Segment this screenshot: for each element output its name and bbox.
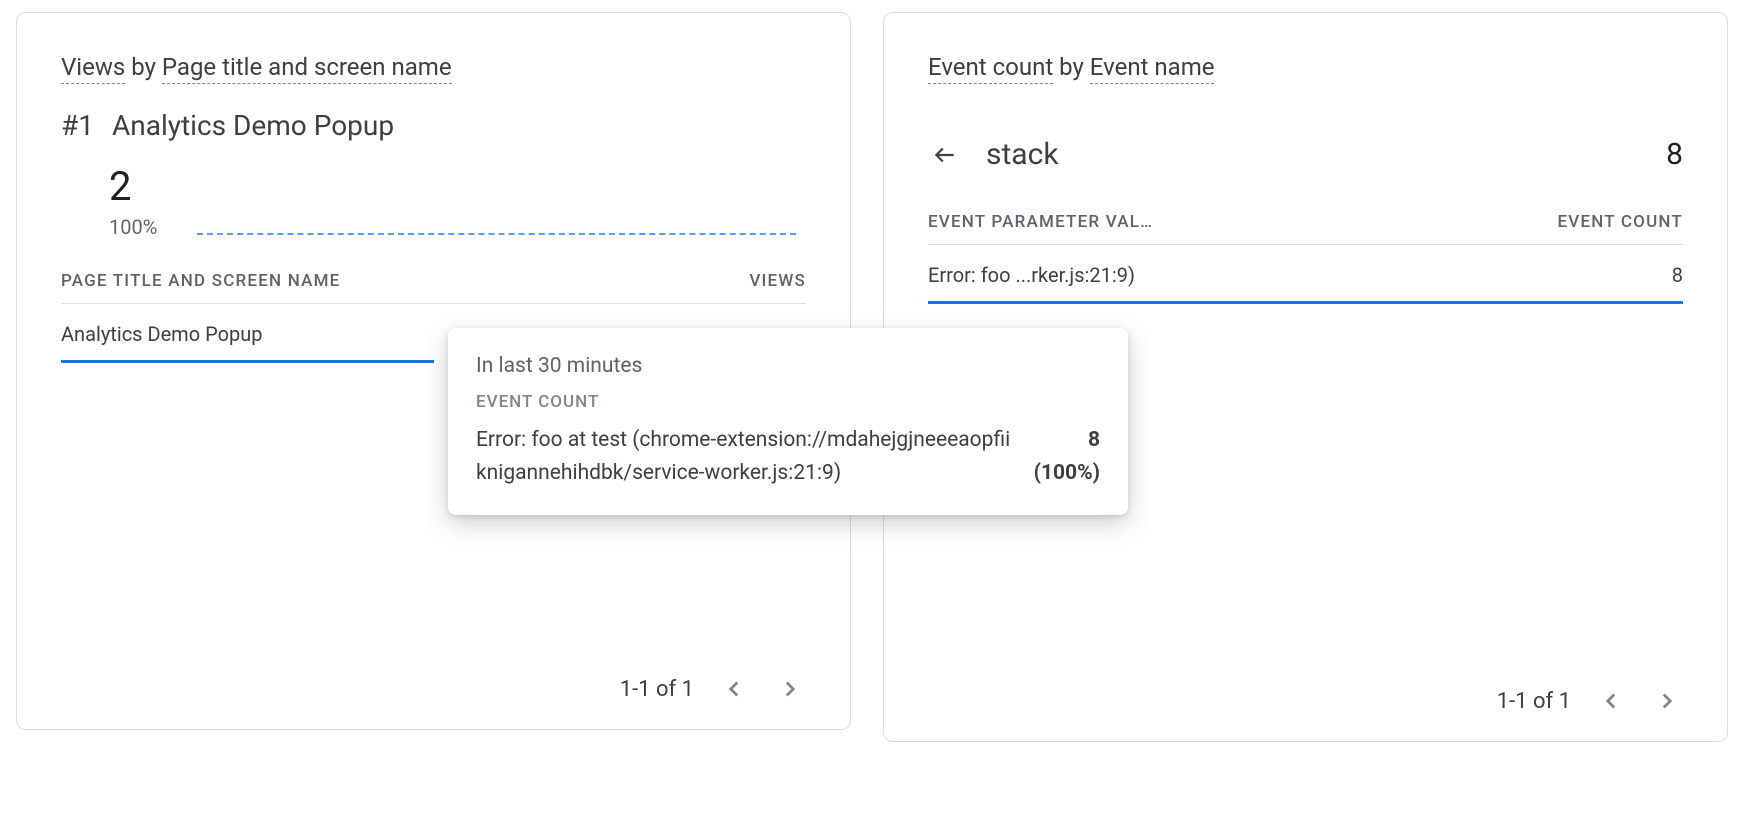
table-row[interactable]: Analytics Demo Popup	[61, 304, 434, 363]
page-range: 1-1 of 1	[620, 677, 694, 702]
next-page-button[interactable]	[774, 673, 806, 705]
top-item-name: Analytics Demo Popup	[112, 109, 394, 143]
chevron-left-icon	[721, 676, 747, 702]
prev-page-button[interactable]	[1595, 685, 1627, 717]
metric-block: 2 100%	[61, 167, 157, 239]
metric-link[interactable]: Event count	[928, 53, 1053, 84]
hover-tooltip: In last 30 minutes EVENT COUNT Error: fo…	[448, 328, 1128, 515]
dimension-link[interactable]: Page title and screen name	[162, 53, 452, 84]
views-table-header: PAGE TITLE AND SCREEN NAME VIEWS	[61, 243, 806, 304]
chevron-right-icon	[1654, 688, 1680, 714]
prev-page-button[interactable]	[718, 673, 750, 705]
tooltip-message: Error: foo at test (chrome-extension://m…	[476, 424, 1018, 489]
pagination: 1-1 of 1	[928, 685, 1683, 717]
tooltip-percent: (100%)	[1034, 457, 1100, 490]
top-item-row: #1 Analytics Demo Popup	[61, 109, 806, 143]
rank-number: #1	[61, 109, 94, 143]
back-button[interactable]	[928, 138, 962, 172]
events-table-header: EVENT PARAMETER VAL… EVENT COUNT	[928, 184, 1683, 245]
column-header-count: EVENT COUNT	[1557, 212, 1683, 232]
tooltip-values: 8 (100%)	[1034, 424, 1100, 489]
event-name: stack	[986, 137, 1642, 172]
table-row[interactable]: Error: foo ...rker.js:21:9) 8	[928, 245, 1683, 304]
arrow-left-icon	[932, 142, 958, 168]
metric-percent: 100%	[109, 215, 157, 239]
event-breadcrumb: stack 8	[928, 109, 1683, 180]
page-range: 1-1 of 1	[1497, 689, 1571, 714]
tooltip-timeframe: In last 30 minutes	[476, 354, 1100, 378]
chevron-right-icon	[777, 676, 803, 702]
metric-value: 2	[109, 167, 157, 207]
tooltip-value: 8	[1034, 424, 1100, 457]
column-header-metric: VIEWS	[749, 271, 806, 291]
event-total: 8	[1666, 137, 1683, 172]
row-label: Error: foo ...rker.js:21:9)	[928, 263, 1135, 287]
dimension-link[interactable]: Event name	[1090, 53, 1215, 84]
row-value: 8	[1672, 263, 1683, 287]
row-label: Analytics Demo Popup	[61, 322, 262, 346]
sparkline-chart	[197, 153, 796, 235]
column-header-param: EVENT PARAMETER VAL…	[928, 212, 1153, 232]
chevron-left-icon	[1598, 688, 1624, 714]
pagination: 1-1 of 1	[61, 673, 806, 705]
next-page-button[interactable]	[1651, 685, 1683, 717]
tooltip-metric-label: EVENT COUNT	[476, 392, 1100, 412]
metric-link[interactable]: Views	[61, 53, 125, 84]
column-header-dimension: PAGE TITLE AND SCREEN NAME	[61, 271, 340, 291]
views-card-title[interactable]: Views by Page title and screen name	[61, 53, 806, 81]
events-card-title[interactable]: Event count by Event name	[928, 53, 1683, 81]
